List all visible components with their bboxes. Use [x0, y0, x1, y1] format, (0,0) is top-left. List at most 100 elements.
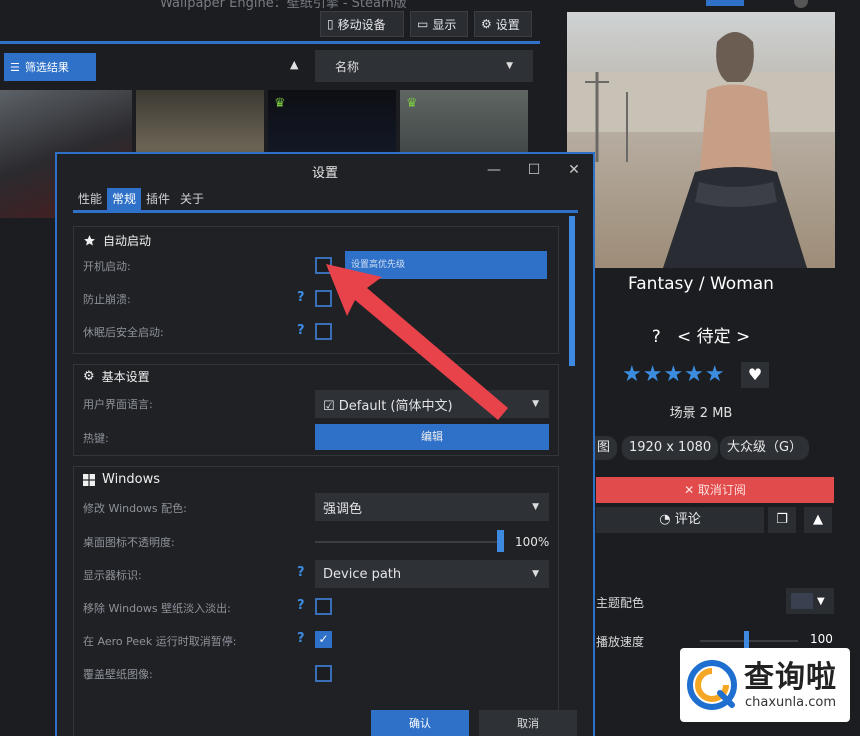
playback-speed-label: 播放速度 — [596, 635, 645, 649]
language-select-value: ☑ Default (简体中文) — [323, 398, 453, 414]
chevron-down-icon: ▼ — [532, 502, 539, 512]
unsubscribe-button[interactable]: ✕ 取消订阅 — [596, 477, 834, 503]
icon-opacity-slider[interactable] — [315, 541, 501, 543]
tabs-underline — [73, 210, 578, 213]
help-icon[interactable]: ? — [297, 631, 305, 646]
safe-start-checkbox[interactable] — [315, 323, 332, 340]
language-value: Default (简体中文) — [338, 398, 453, 414]
display-button[interactable]: ▭ 显示 — [410, 11, 468, 37]
help-icon[interactable]: ? — [297, 323, 305, 338]
app-title: Wallpaper Engine：壁纸引擎 - Steam版 — [160, 0, 407, 11]
theme-color-label: 主题配色 — [596, 596, 645, 610]
wallpaper-preview-image — [567, 12, 835, 268]
comment-button[interactable]: ◔ 评论 — [596, 507, 764, 533]
startup-checkbox[interactable] — [315, 257, 332, 274]
hotkey-edit-button[interactable]: 编辑 — [315, 424, 549, 450]
copy-icon[interactable]: ❐ — [768, 507, 796, 533]
crash-protection-checkbox[interactable] — [315, 290, 332, 307]
tab-general[interactable]: 常规 — [107, 188, 142, 210]
basic-settings-header: ⚙ 基本设置 — [83, 368, 150, 385]
watermark-logo-icon — [687, 660, 737, 710]
overlay-image-checkbox[interactable] — [315, 665, 332, 682]
sort-select[interactable]: 名称 ▼ — [315, 50, 533, 82]
close-icon[interactable]: ✕ — [563, 160, 585, 180]
basic-settings-title: 基本设置 — [101, 370, 150, 384]
minimize-icon[interactable]: — — [483, 160, 505, 180]
dialog-titlebar[interactable]: 设置 — ☐ ✕ — [57, 154, 593, 186]
safe-start-label: 休眠后安全启动: — [83, 326, 164, 339]
playback-speed-slider[interactable] — [700, 640, 798, 642]
tab-performance[interactable]: 性能 — [73, 188, 107, 210]
autostart-header: 自动启动 — [83, 232, 151, 249]
preview-option-icon[interactable] — [794, 0, 808, 8]
help-icon[interactable]: ? — [297, 565, 305, 580]
icon-opacity-label: 桌面图标不透明度: — [83, 536, 175, 549]
language-select[interactable]: ☑ Default (简体中文) ▼ — [315, 390, 549, 418]
monitor-id-label: 显示器标识: — [83, 569, 142, 582]
help-icon[interactable]: ? — [297, 290, 305, 305]
wallpaper-fade-checkbox[interactable] — [315, 598, 332, 615]
settings-dialog: 设置 — ☐ ✕ 性能 常规 插件 关于 自动启动 开机启动: 设置高优先级 防… — [55, 152, 595, 736]
star-rating[interactable]: ★★★★★ — [622, 362, 726, 387]
trophy-icon: ♛ — [406, 96, 418, 111]
rating-help-icon: ? — [651, 327, 661, 347]
wallpaper-size: 场景 2 MB — [669, 406, 733, 421]
overlay-image-label: 覆盖壁纸图像: — [83, 668, 153, 681]
star-icon — [84, 235, 95, 246]
rating-label: < 待定 > — [676, 327, 751, 347]
windows-logo-icon — [83, 473, 95, 486]
windows-title: Windows — [102, 472, 161, 487]
language-label: 用户界面语言: — [83, 398, 153, 411]
monitor-icon: ▭ — [417, 17, 429, 31]
playback-speed-handle[interactable] — [744, 631, 749, 649]
windows-header: Windows — [83, 472, 160, 487]
watermark-text-block: 查询啦 chaxunla.com — [744, 659, 837, 710]
wallpaper-fade-label: 移除 Windows 壁纸淡入淡出: — [83, 602, 231, 615]
aero-peek-checkbox[interactable]: ✓ — [315, 631, 332, 648]
trophy-icon: ♛ — [274, 96, 286, 111]
high-priority-button[interactable]: 设置高优先级 — [345, 251, 547, 279]
windows-color-label: 修改 Windows 配色: — [83, 502, 187, 515]
settings-tabs: 性能 常规 插件 关于 — [73, 188, 209, 210]
warning-icon[interactable]: ▲ — [804, 507, 832, 533]
confirm-button[interactable]: 确认 — [371, 710, 469, 736]
gear-icon: ⚙ — [481, 17, 492, 31]
tag-rating[interactable]: 大众级（G） — [720, 436, 810, 460]
icon-opacity-handle[interactable] — [497, 530, 504, 552]
watermark-url: chaxunla.com — [745, 694, 836, 710]
settings-button[interactable]: ⚙ 设置 — [474, 11, 532, 37]
aero-peek-label: 在 Aero Peek 运行时取消暂停: — [83, 635, 237, 648]
crash-protection-label: 防止崩溃: — [83, 293, 131, 306]
preview-illustration — [567, 32, 835, 268]
icon-opacity-value: 100% — [515, 535, 550, 549]
watermark: 查询啦 chaxunla.com — [680, 648, 850, 722]
windows-color-select[interactable]: 强调色 ▼ — [315, 493, 549, 521]
windows-color-value: 强调色 — [323, 501, 363, 517]
sort-ascending-icon[interactable]: ▲ — [290, 58, 298, 71]
maximize-icon[interactable]: ☐ — [523, 160, 545, 180]
preview-tab-button[interactable] — [706, 0, 744, 6]
wallpaper-title: Fantasy / Woman — [628, 274, 774, 294]
favorite-heart-icon[interactable]: ♥ — [741, 362, 769, 388]
tab-plugins[interactable]: 插件 — [141, 188, 175, 210]
filter-results-button[interactable]: ☰ 筛选结果 — [4, 53, 96, 81]
age-rating: ? < 待定 > — [567, 322, 835, 347]
dialog-scrollbar[interactable] — [569, 216, 575, 366]
chevron-down-icon: ▼ — [532, 399, 539, 409]
theme-color-picker[interactable]: ▼ — [786, 588, 834, 614]
cancel-button[interactable]: 取消 — [479, 710, 577, 736]
monitor-id-value: Device path — [323, 566, 402, 582]
mobile-device-label: 移动设备 — [337, 17, 386, 32]
mobile-device-button[interactable]: ▯ 移动设备 — [320, 11, 404, 37]
tag-resolution[interactable]: 1920 x 1080 — [622, 436, 719, 460]
chevron-down-icon: ▼ — [817, 595, 825, 607]
toolbar-divider — [0, 41, 540, 44]
help-icon[interactable]: ? — [297, 598, 305, 613]
gear-icon: ⚙ — [83, 369, 95, 384]
phone-icon: ▯ — [327, 17, 334, 31]
tab-about[interactable]: 关于 — [175, 188, 209, 210]
color-swatch — [791, 593, 813, 609]
chevron-down-icon: ▼ — [506, 61, 513, 71]
monitor-id-select[interactable]: Device path ▼ — [315, 560, 549, 588]
watermark-text: 查询啦 — [744, 659, 837, 695]
